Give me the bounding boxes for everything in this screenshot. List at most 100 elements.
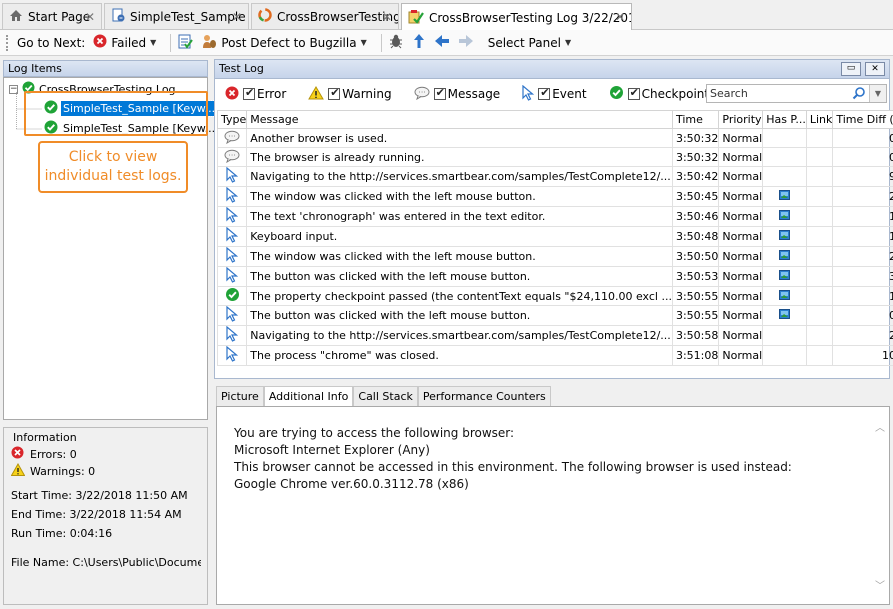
table-row[interactable]: The window was clicked with the left mou… <box>216 246 893 267</box>
table-row[interactable]: The text 'chronograph' was entered in th… <box>216 206 893 227</box>
table-row[interactable]: The button was clicked with the left mou… <box>216 305 893 326</box>
column-header-link[interactable]: Link <box>805 110 834 129</box>
row-has-picture[interactable] <box>762 266 807 287</box>
row-has-picture[interactable] <box>762 286 807 306</box>
row-time-diff: 3.08 <box>832 266 893 287</box>
row-link <box>805 128 834 148</box>
tab-start-page[interactable]: Start Page ✕ <box>2 3 102 29</box>
column-header-time[interactable]: Time <box>671 110 720 129</box>
tab-crossbrowsertesting[interactable]: CrossBrowserTesting ✕ <box>251 3 399 29</box>
row-type-cell <box>216 186 248 207</box>
row-has-picture[interactable] <box>762 226 807 247</box>
row-message: The button was clicked with the left mou… <box>246 305 673 326</box>
filter-checkbox[interactable] <box>433 86 446 100</box>
filter-checkbox[interactable] <box>627 86 640 100</box>
row-type-cell <box>216 128 248 148</box>
row-time-diff: 0.00 <box>832 128 893 148</box>
row-priority: Normal <box>718 325 764 346</box>
picture-icon[interactable] <box>779 250 791 263</box>
vertical-scrollbar[interactable]: ︿ ﹀ <box>872 407 889 604</box>
row-has-picture[interactable] <box>762 166 807 187</box>
close-icon[interactable]: ✕ <box>232 10 242 24</box>
picture-icon[interactable] <box>779 270 791 283</box>
row-priority: Normal <box>718 305 764 326</box>
row-message: The browser is already running. <box>246 147 673 167</box>
close-icon[interactable]: ✕ <box>615 10 625 24</box>
filter-warning[interactable]: Warning <box>308 85 392 103</box>
row-type-cell <box>216 166 248 187</box>
row-type-cell <box>216 305 248 326</box>
row-has-picture[interactable] <box>762 147 807 167</box>
row-message: The process "chrome" was closed. <box>246 345 673 366</box>
row-link <box>805 147 834 167</box>
restore-button[interactable]: ▭ <box>841 62 861 76</box>
cursor-icon <box>226 306 239 325</box>
filter-checkbox[interactable] <box>328 86 341 100</box>
filter-checkbox[interactable] <box>538 86 551 100</box>
callout-line: Click to view <box>68 149 158 165</box>
picture-icon[interactable] <box>779 210 791 223</box>
search-dropdown-button[interactable]: ▼ <box>869 85 886 102</box>
row-time-diff: 0.08 <box>832 147 893 167</box>
document-tab-bar: Start Page ✕ SimpleTest_Sample ✕ CrossBr… <box>0 0 893 31</box>
close-icon[interactable]: ✕ <box>85 10 95 24</box>
row-has-picture[interactable] <box>762 345 807 366</box>
row-has-picture[interactable] <box>762 186 807 207</box>
row-priority: Normal <box>718 166 764 187</box>
scroll-down-icon[interactable]: ﹀ <box>875 577 885 592</box>
filter-event[interactable]: Event <box>522 84 587 104</box>
filter-checkpoint[interactable]: Checkpoint <box>609 85 710 103</box>
tab-picture[interactable]: Picture <box>216 386 264 406</box>
row-has-picture[interactable] <box>762 305 807 326</box>
table-row[interactable]: Navigating to the http://services.smartb… <box>216 325 893 346</box>
table-row[interactable]: The property checkpoint passed (the cont… <box>216 286 893 306</box>
filter-error[interactable]: Error <box>225 86 286 103</box>
filter-message[interactable]: Message <box>414 86 500 103</box>
table-row[interactable]: The process "chrome" was closed. 3:51:08 N… <box>216 345 893 366</box>
table-row[interactable]: The window was clicked with the left mou… <box>216 186 893 207</box>
row-has-picture[interactable] <box>762 325 807 346</box>
tab-additional-info[interactable]: Additional Info <box>263 386 354 407</box>
filter-label: Event <box>552 87 587 101</box>
column-header-time-diff[interactable]: Time Diff (sec) <box>832 110 893 129</box>
table-row[interactable]: Navigating to the http://services.smartb… <box>216 166 893 187</box>
column-header-message[interactable]: Message <box>246 110 673 129</box>
bug-button[interactable] <box>388 33 404 52</box>
table-row[interactable]: The button was clicked with the left mou… <box>216 266 893 287</box>
picture-icon[interactable] <box>779 309 791 322</box>
filter-checkbox[interactable] <box>243 86 255 100</box>
close-icon[interactable]: ✕ <box>382 10 392 24</box>
script-icon <box>111 8 125 25</box>
picture-icon[interactable] <box>779 190 791 203</box>
table-row[interactable]: Another browser is used.3:50:32Normal 0.0… <box>216 128 893 148</box>
checklist-button[interactable] <box>177 33 194 52</box>
select-panel-dropdown[interactable]: Select Panel ▼ <box>488 36 571 50</box>
column-header-has-picture[interactable]: Has P... <box>762 110 807 129</box>
go-to-parent-button[interactable] <box>412 33 426 52</box>
filter-label: Checkpoint <box>641 87 710 101</box>
row-has-picture[interactable] <box>762 206 807 227</box>
back-button[interactable] <box>434 34 450 51</box>
post-defect-label: Post Defect to Bugzilla <box>221 35 357 50</box>
row-has-picture[interactable] <box>762 128 807 148</box>
failed-dropdown[interactable]: Failed ▼ <box>93 34 156 51</box>
table-row[interactable]: The browser is already running. 3:50:32 No… <box>216 147 893 167</box>
scroll-up-icon[interactable]: ︿ <box>875 419 885 434</box>
row-has-picture[interactable] <box>762 246 807 267</box>
tab-crossbrowsertesting-log[interactable]: CrossBrowserTesting Log 3/22/201... ✕ <box>401 3 632 31</box>
post-defect-button[interactable]: Post Defect to Bugzilla ▼ <box>201 33 367 52</box>
tab-call-stack[interactable]: Call Stack <box>353 386 418 406</box>
tab-simpletest-sample[interactable]: SimpleTest_Sample ✕ <box>104 3 249 29</box>
close-panel-button[interactable]: ✕ <box>865 62 885 76</box>
column-header-type[interactable]: Type <box>216 110 248 129</box>
table-row[interactable]: Keyboard input.3:50:48Normal 1.24 <box>216 226 893 247</box>
row-message: The button was clicked with the left mou… <box>246 266 673 287</box>
forward-button[interactable] <box>458 34 474 51</box>
picture-icon[interactable] <box>779 230 791 243</box>
callout-highlight-box <box>24 91 208 136</box>
search-icon[interactable] <box>852 86 866 105</box>
column-header-priority[interactable]: Priority <box>718 110 764 129</box>
log-search-input[interactable]: Search ▼ <box>706 84 887 103</box>
picture-icon[interactable] <box>779 289 791 303</box>
tab-performance-counters[interactable]: Performance Counters <box>417 386 551 406</box>
